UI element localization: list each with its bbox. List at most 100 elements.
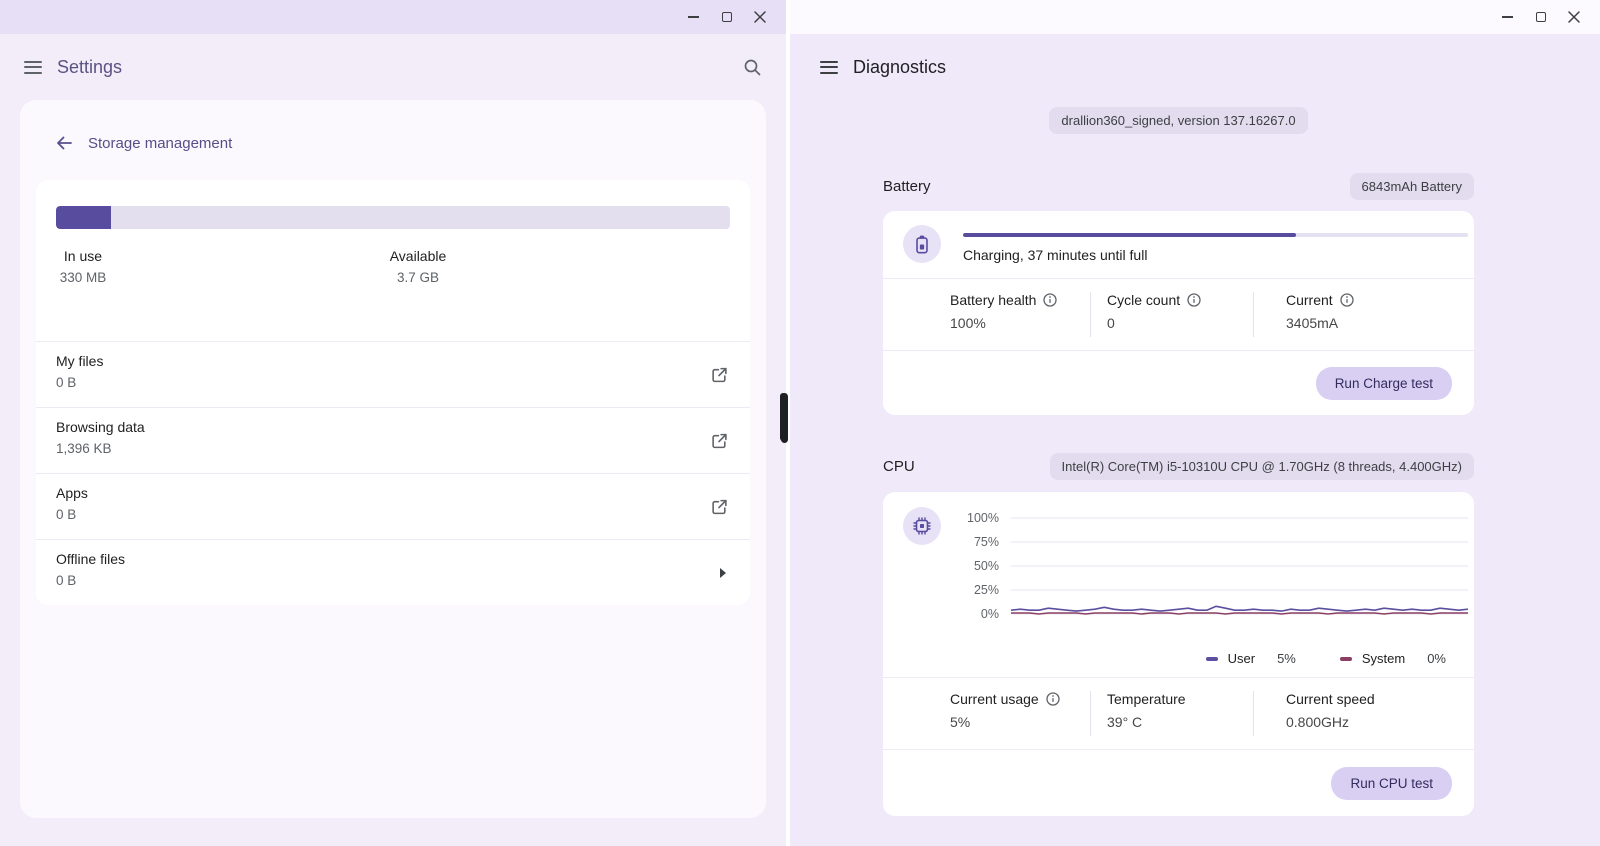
battery-section-title: Battery [883, 178, 931, 195]
row-value: 0 B [56, 573, 730, 588]
stat-value: 3.7 GB [390, 270, 447, 285]
legend-label: User [1228, 651, 1255, 666]
cpu-usage-chart [1011, 516, 1468, 616]
external-link-icon[interactable] [711, 498, 728, 515]
battery-charge-bar [963, 233, 1468, 237]
external-link-icon[interactable] [711, 432, 728, 449]
settings-titlebar [0, 0, 786, 34]
stat-value: 330 MB [60, 270, 107, 285]
storage-row-offline-files[interactable]: Offline files 0 B [36, 539, 750, 605]
row-label: Apps [56, 485, 730, 501]
info-icon[interactable] [1340, 293, 1354, 307]
storage-management-panel: Storage management In use 330 MB Availab… [20, 100, 766, 818]
stat-value: 0 [1107, 315, 1253, 331]
user-swatch [1206, 657, 1218, 661]
settings-window: Settings Storage management In use 330 M… [0, 0, 786, 846]
settings-header: Settings [0, 34, 786, 100]
battery-section-header: Battery 6843mAh Battery [883, 173, 1474, 200]
maximize-icon [722, 12, 732, 22]
storage-card: In use 330 MB Available 3.7 GB My files … [36, 180, 750, 605]
run-cpu-test-button[interactable]: Run CPU test [1331, 767, 1452, 800]
storage-usage-bar [56, 206, 730, 229]
row-value: 0 B [56, 507, 730, 522]
app-title: Diagnostics [853, 57, 946, 78]
chevron-right-icon[interactable] [718, 567, 728, 579]
search-icon [742, 57, 762, 77]
maximize-button[interactable] [710, 0, 743, 34]
menu-icon[interactable] [820, 61, 838, 74]
stat-label: Available [390, 248, 447, 264]
minimize-icon [1502, 16, 1513, 18]
minimize-button[interactable] [677, 0, 710, 34]
diagnostics-titlebar [790, 0, 1600, 34]
cpu-icon [912, 516, 932, 536]
cpu-card: 100% 75% 50% 25% 0% [883, 492, 1474, 816]
stat-label: Current speed [1286, 691, 1375, 707]
external-link-icon[interactable] [711, 366, 728, 383]
info-icon[interactable] [1046, 692, 1060, 706]
cpu-info-chip: Intel(R) Core(TM) i5-10310U CPU @ 1.70GH… [1050, 453, 1474, 480]
search-button[interactable] [742, 57, 762, 77]
battery-info-chip: 6843mAh Battery [1350, 173, 1474, 200]
close-button[interactable] [1557, 0, 1590, 34]
diagnostics-content: drallion360_signed, version 137.16267.0 … [883, 100, 1474, 816]
storage-row-browsing-data[interactable]: Browsing data 1,396 KB [36, 407, 750, 473]
y-tick: 100% [967, 511, 999, 525]
stat-value: 39° C [1107, 714, 1253, 730]
battery-icon-badge [903, 225, 941, 263]
storage-row-apps[interactable]: Apps 0 B [36, 473, 750, 539]
battery-card: Charging, 37 minutes until full Battery … [883, 211, 1474, 415]
stat-label: Current [1286, 292, 1333, 308]
stat-cycle-count: Cycle count 0 [1091, 279, 1253, 350]
info-icon[interactable] [1187, 293, 1201, 307]
row-value: 0 B [56, 375, 730, 390]
battery-status-text: Charging, 37 minutes until full [963, 247, 1468, 263]
menu-icon[interactable] [24, 61, 42, 74]
stat-label: Temperature [1107, 691, 1186, 707]
y-tick: 25% [974, 583, 999, 597]
stat-temperature: Temperature 39° C [1091, 678, 1253, 749]
battery-charge-fill [963, 233, 1296, 237]
row-value: 1,396 KB [56, 441, 730, 456]
row-label: My files [56, 353, 730, 369]
cpu-section-title: CPU [883, 458, 915, 475]
stat-available: Available 3.7 GB [390, 248, 447, 285]
maximize-icon [1536, 12, 1546, 22]
board-version-chip: drallion360_signed, version 137.16267.0 [1049, 107, 1307, 134]
legend-value: 5% [1277, 651, 1296, 666]
system-swatch [1340, 657, 1352, 661]
stat-value: 100% [950, 315, 1090, 331]
stat-battery-health: Battery health 100% [883, 279, 1090, 350]
cpu-icon-badge [903, 507, 941, 545]
maximize-button[interactable] [1524, 0, 1557, 34]
stat-current: Current 3405mA [1254, 279, 1474, 350]
stat-current-usage: Current usage 5% [883, 678, 1090, 749]
storage-row-my-files[interactable]: My files 0 B [36, 341, 750, 407]
close-icon [754, 11, 766, 23]
back-arrow-icon [54, 133, 74, 153]
back-button[interactable] [54, 133, 74, 153]
run-charge-test-button[interactable]: Run Charge test [1316, 367, 1452, 400]
stat-value: 5% [950, 714, 1090, 730]
y-tick: 0% [981, 607, 999, 621]
minimize-icon [688, 16, 699, 18]
stat-label: Battery health [950, 292, 1036, 308]
battery-icon [914, 234, 930, 255]
row-label: Offline files [56, 551, 730, 567]
cpu-chart-legend: User 5% System 0% [883, 640, 1474, 677]
window-divider-handle[interactable] [781, 393, 788, 443]
stat-label: Current usage [950, 691, 1039, 707]
app-title: Settings [57, 57, 122, 78]
close-button[interactable] [743, 0, 776, 34]
stat-label: Cycle count [1107, 292, 1180, 308]
minimize-button[interactable] [1491, 0, 1524, 34]
page-title: Storage management [88, 135, 232, 152]
stat-current-speed: Current speed 0.800GHz [1254, 678, 1474, 749]
stat-value: 0.800GHz [1286, 714, 1474, 730]
info-icon[interactable] [1043, 293, 1057, 307]
legend-user: User 5% [1206, 651, 1296, 666]
close-icon [1568, 11, 1580, 23]
diagnostics-header: Diagnostics [790, 34, 1600, 100]
row-label: Browsing data [56, 419, 730, 435]
battery-stats-row: Battery health 100% Cycle count 0 Curren… [883, 279, 1474, 350]
